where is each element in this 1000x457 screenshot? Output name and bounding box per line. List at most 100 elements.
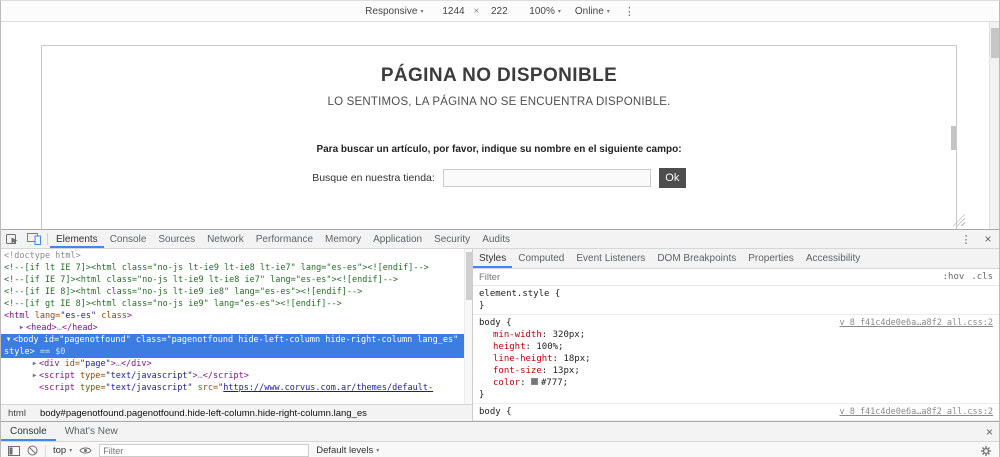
console-drawer: ConsoleWhat's New × top ▾ Default levels xyxy=(1,421,999,457)
toggle-hover-state-button[interactable]: :hov xyxy=(943,272,965,282)
elements-node[interactable]: <!--[if lt IE 7]><html class="no-js lt-i… xyxy=(1,262,472,274)
css-property[interactable]: font-size: 13px; xyxy=(479,365,993,377)
drawer-tab-console[interactable]: Console xyxy=(1,422,56,441)
elements-node[interactable]: <!--[if gt IE 8]><html class="no-js ie9"… xyxy=(1,298,472,310)
devtools-tab-sources[interactable]: Sources xyxy=(152,230,201,248)
devtools-tab-application[interactable]: Application xyxy=(367,230,428,248)
execution-context-select[interactable]: top ▾ xyxy=(53,445,72,456)
page-scrollbar-thumb[interactable] xyxy=(951,126,956,150)
viewport-width-input[interactable] xyxy=(437,4,469,18)
drawer-close-icon[interactable]: × xyxy=(986,425,993,439)
devtools-panel: ElementsConsoleSourcesNetworkPerformance… xyxy=(1,229,999,421)
network-throttle-label: Online xyxy=(575,6,604,17)
code-token: class= xyxy=(131,335,167,345)
breadcrumb-item[interactable]: body#pagenotfound.pagenotfound.hide-left… xyxy=(40,408,367,419)
elements-node[interactable]: <html lang="es-es" class> xyxy=(1,310,472,322)
sidebar-tab-event-listeners[interactable]: Event Listeners xyxy=(570,249,651,268)
css-property-value: 18px xyxy=(563,354,585,364)
css-selector[interactable]: element.style { xyxy=(479,288,560,300)
expand-arrow-icon[interactable]: ▶ xyxy=(30,358,39,370)
console-filter-input[interactable] xyxy=(99,444,309,457)
css-property-value: 13px xyxy=(553,366,575,376)
stylesheet-link[interactable]: v 8 f41c4de0e6a…a8f2 all.css:2 xyxy=(839,317,993,329)
elements-scrollbar[interactable] xyxy=(464,249,472,404)
css-property[interactable]: height: 100%; xyxy=(479,341,993,353)
devtools-tab-network[interactable]: Network xyxy=(201,230,250,248)
inspect-element-button[interactable] xyxy=(1,230,23,248)
clear-console-icon[interactable] xyxy=(27,445,38,456)
css-property-value: #777 xyxy=(541,378,563,388)
expand-arrow-icon[interactable]: ▶ xyxy=(30,370,39,382)
window-scrollbar[interactable] xyxy=(989,22,999,229)
drawer-tab-what-s-new[interactable]: What's New xyxy=(56,422,127,441)
elements-node[interactable]: ▶<div id="page">…</div> xyxy=(1,358,472,370)
code-token: type= xyxy=(75,383,106,393)
elements-node[interactable]: <!--[if IE 7]><html class="no-js lt-ie9 … xyxy=(1,274,472,286)
page-subtitle: LO SENTIMOS, LA PÁGINA NO SE ENCUENTRA D… xyxy=(42,96,956,108)
css-property[interactable]: min-width: 320px; xyxy=(479,329,993,341)
drawer-tabbar-right: × xyxy=(986,422,999,441)
page-viewport: PÁGINA NO DISPONIBLE LO SENTIMOS, LA PÁG… xyxy=(1,22,999,229)
console-settings-gear-icon[interactable] xyxy=(980,445,992,457)
code-token: <!--[if gt IE 8]><html class="no-js ie9"… xyxy=(4,299,342,309)
elements-node[interactable]: ▶<head>…</head> xyxy=(1,322,472,334)
css-property[interactable]: color: #777; xyxy=(479,377,993,389)
devtools-tab-memory[interactable]: Memory xyxy=(319,230,367,248)
code-token: > xyxy=(127,311,132,321)
network-throttle-select[interactable]: Online ▾ xyxy=(575,6,610,17)
toggle-class-button[interactable]: .cls xyxy=(971,272,993,282)
code-token: <html xyxy=(4,311,30,321)
elements-node[interactable]: <script type="text/javascript" src="http… xyxy=(1,382,472,394)
code-token: "es-es" xyxy=(60,311,96,321)
devtools-tab-performance[interactable]: Performance xyxy=(250,230,319,248)
device-toolbar-toggle-button[interactable] xyxy=(23,230,45,248)
sidebar-tab-computed[interactable]: Computed xyxy=(512,249,570,268)
console-sidebar-toggle-icon[interactable] xyxy=(8,446,20,456)
execution-context-label: top xyxy=(53,445,66,456)
code-token: <!--[if IE 7]><html class="no-js lt-ie9 … xyxy=(4,275,398,285)
code-token: "pagenotfound" xyxy=(59,335,131,345)
collapse-arrow-icon[interactable]: ▼ xyxy=(4,334,13,346)
devtools-tab-console[interactable]: Console xyxy=(104,230,153,248)
expand-arrow-icon[interactable]: ▶ xyxy=(17,322,26,334)
store-search-input[interactable] xyxy=(443,169,651,187)
devtools-close-icon[interactable]: × xyxy=(977,232,999,246)
live-expression-eye-icon[interactable] xyxy=(79,446,92,455)
elements-node-selected[interactable]: ▼<body id="pagenotfound" class="pagenotf… xyxy=(1,334,472,346)
css-selector[interactable]: body { xyxy=(479,317,512,329)
log-levels-select[interactable]: Default levels ▾ xyxy=(316,445,379,456)
scrollbar-thumb[interactable] xyxy=(991,28,999,58)
devtools-tab-elements[interactable]: Elements xyxy=(50,230,104,248)
css-rule-close-brace: } xyxy=(479,300,993,312)
devtools-tab-audits[interactable]: Audits xyxy=(476,230,516,248)
zoom-select[interactable]: 100% ▾ xyxy=(529,6,561,17)
css-property-name: color xyxy=(493,378,520,388)
sidebar-tab-properties[interactable]: Properties xyxy=(742,249,800,268)
stylesheet-link[interactable]: v 8 f41c4de0e6a…a8f2 all.css:2 xyxy=(839,406,993,418)
code-token: id= xyxy=(39,335,59,345)
device-type-select[interactable]: Responsive ▾ xyxy=(365,6,423,17)
ok-button[interactable]: Ok xyxy=(659,168,686,188)
devtools-tab-security[interactable]: Security xyxy=(428,230,476,248)
viewport-height-input[interactable] xyxy=(483,4,515,18)
sidebar-tab-accessibility[interactable]: Accessibility xyxy=(800,249,866,268)
breadcrumb-item[interactable]: html xyxy=(8,408,26,419)
css-selector[interactable]: body { xyxy=(479,406,512,418)
devtools-more-icon[interactable]: ⋮ xyxy=(955,233,977,246)
elements-node[interactable]: <!--[if IE 8]><html class="no-js lt-ie9 … xyxy=(1,286,472,298)
color-swatch[interactable] xyxy=(531,378,538,385)
devtools-tabbar-right: ⋮ × xyxy=(955,230,999,248)
elements-scrollbar-thumb[interactable] xyxy=(466,252,472,300)
css-property[interactable]: line-height: 18px; xyxy=(479,353,993,365)
styles-rules-list: element.style {} body { v 8 f41c4de0e6a…a8… xyxy=(473,286,999,421)
sidebar-tab-dom-breakpoints[interactable]: DOM Breakpoints xyxy=(651,249,742,268)
elements-node-selected[interactable]: style> == $0 xyxy=(1,346,472,358)
viewport-dimensions: × xyxy=(437,4,515,18)
styles-filter-input[interactable] xyxy=(479,272,943,283)
elements-node[interactable]: ▶<script type="text/javascript">…</scrip… xyxy=(1,370,472,382)
sidebar-tab-styles[interactable]: Styles xyxy=(473,249,512,268)
elements-node[interactable]: <!doctype html> xyxy=(1,250,472,262)
css-property-value: 320px xyxy=(553,330,580,340)
search-label: Busque en nuestra tienda: xyxy=(312,172,435,184)
device-toolbar-more-icon[interactable]: ⋮ xyxy=(624,5,635,18)
